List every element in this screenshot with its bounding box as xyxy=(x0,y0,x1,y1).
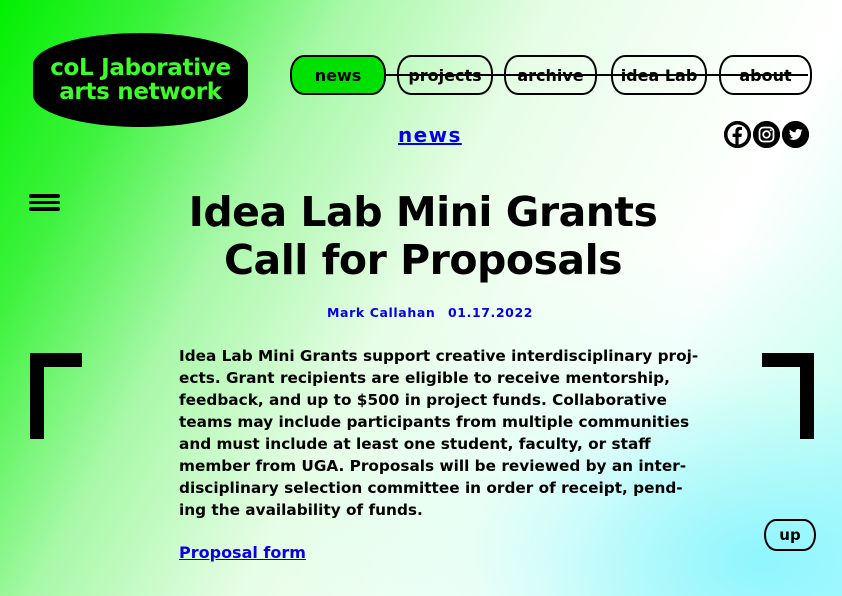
hamburger-menu-icon[interactable] xyxy=(29,192,60,212)
article-title: Idea Lab Mini Grants Call for Proposals xyxy=(150,188,696,284)
right-bracket-decoration xyxy=(762,353,814,439)
body-line: and must include at least one student, f… xyxy=(179,435,651,453)
logo-line-2: arts network xyxy=(59,79,222,105)
article-title-line-2: Call for Proposals xyxy=(223,236,623,284)
nav-item-idea-lab[interactable]: idea Lab xyxy=(611,55,707,95)
nav-item-about[interactable]: about xyxy=(719,55,812,95)
site-logo[interactable]: coL Jaborative arts network xyxy=(33,33,248,127)
body-line: member from UGA. Proposals will be revie… xyxy=(179,457,687,475)
section-news-link[interactable]: news xyxy=(398,123,462,147)
nav-item-news[interactable]: news xyxy=(290,55,386,95)
body-line: Idea Lab Mini Grants support creative in… xyxy=(179,347,699,365)
body-line: ing the availability of funds. xyxy=(179,501,423,519)
body-line: teams may include participants from mult… xyxy=(179,413,690,431)
logo-line-1: coL Jaborative xyxy=(50,55,231,81)
nav-item-archive[interactable]: archive xyxy=(504,55,597,95)
article-date: 01.17.2022 xyxy=(448,305,534,320)
body-line: feedback, and up to $500 in project fund… xyxy=(179,391,667,409)
nav-item-projects[interactable]: projects xyxy=(397,55,493,95)
body-line: disciplinary selection committee in orde… xyxy=(179,479,683,497)
main-nav: news projects archive idea Lab about xyxy=(290,55,812,95)
instagram-icon[interactable] xyxy=(753,121,780,148)
proposal-form-link[interactable]: Proposal form xyxy=(179,543,306,562)
twitter-icon[interactable] xyxy=(782,121,809,148)
scroll-up-button[interactable]: up xyxy=(764,519,816,551)
left-bracket-decoration xyxy=(30,353,82,439)
article-title-line-1: Idea Lab Mini Grants xyxy=(188,188,658,236)
article-body: Idea Lab Mini Grants support creative in… xyxy=(179,345,699,521)
body-line: ects. Grant recipients are eligible to r… xyxy=(179,369,670,387)
article-author-link[interactable]: Mark Callahan xyxy=(327,305,435,320)
facebook-icon[interactable] xyxy=(724,121,751,148)
